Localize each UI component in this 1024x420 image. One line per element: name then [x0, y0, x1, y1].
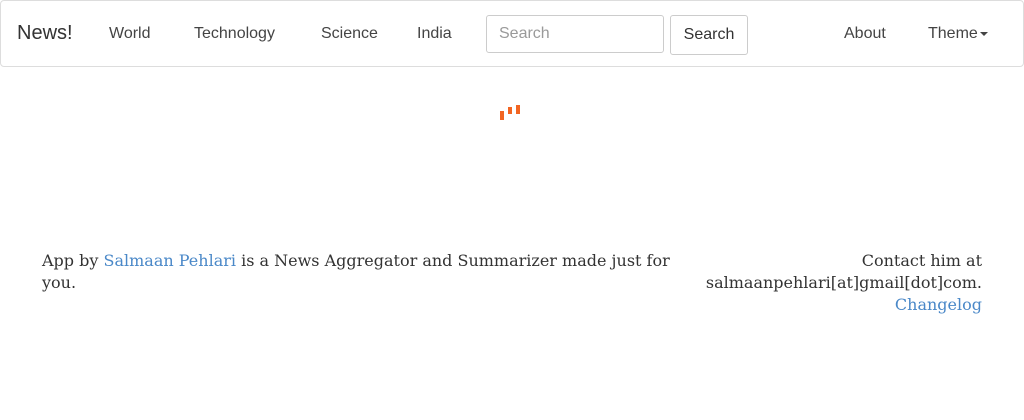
nav-item-technology[interactable]: Technology	[194, 23, 275, 45]
contact-label: Contact him at	[861, 251, 982, 270]
nav-item-world[interactable]: World	[109, 23, 151, 45]
nav-item-india[interactable]: India	[417, 23, 452, 45]
search-button[interactable]: Search	[670, 15, 748, 55]
caret-down-icon	[979, 31, 988, 36]
nav-item-about[interactable]: About	[844, 23, 886, 45]
footer-description: App by Salmaan Pehlari is a News Aggrega…	[42, 250, 672, 294]
changelog-link[interactable]: Changelog	[895, 295, 982, 314]
loading-spinner-icon	[496, 102, 528, 122]
nav-item-science[interactable]: Science	[321, 23, 378, 45]
loader-bar	[516, 105, 520, 114]
theme-dropdown-label: Theme	[928, 25, 978, 42]
brand-logo[interactable]: News!	[17, 21, 73, 45]
footer-contact: Contact him at salmaanpehlari[at]gmail[d…	[660, 250, 982, 316]
author-link[interactable]: Salmaan Pehlari	[104, 251, 237, 270]
theme-dropdown[interactable]: Theme	[928, 23, 988, 45]
loader-bar	[508, 107, 512, 114]
contact-email: salmaanpehlari[at]gmail[dot]com.	[705, 273, 982, 292]
footer-prefix-text: App by	[42, 251, 104, 270]
loader-bar	[500, 111, 504, 120]
navbar: News! World Technology Science India Sea…	[0, 0, 1024, 67]
search-input[interactable]	[486, 15, 664, 53]
